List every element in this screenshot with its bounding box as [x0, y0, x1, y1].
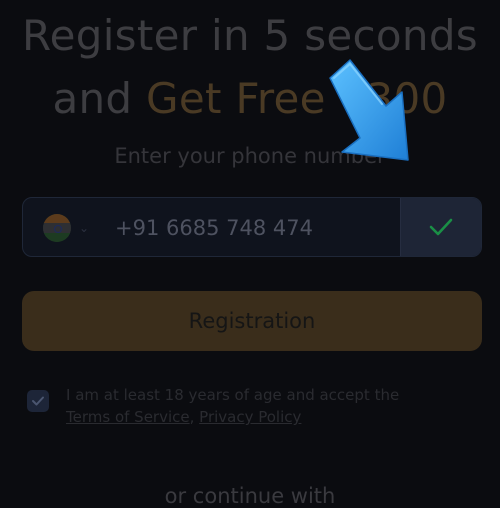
country-selector[interactable]: ⌄ — [43, 212, 103, 244]
terms-of-service-link[interactable]: Terms of Service — [66, 408, 190, 426]
checkmark-icon — [429, 218, 453, 236]
verify-button[interactable] — [400, 198, 481, 256]
arrow-pointer-icon — [329, 59, 409, 161]
checkmark-icon — [32, 396, 44, 406]
privacy-policy-link[interactable]: Privacy Policy — [199, 408, 301, 426]
consent-text: I am at least 18 years of age and accept… — [66, 384, 466, 428]
consent-label: I am at least 18 years of age and accept… — [66, 386, 400, 404]
age-consent-checkbox[interactable] — [27, 390, 49, 412]
link-separator: , — [189, 408, 195, 426]
title-prefix: and — [52, 74, 133, 123]
continue-with-label: or continue with — [164, 484, 336, 508]
phone-number-input[interactable] — [115, 198, 395, 256]
registration-button[interactable]: Registration — [22, 291, 482, 351]
chevron-down-icon: ⌄ — [79, 221, 90, 235]
phone-input-group: ⌄ — [22, 197, 482, 257]
india-flag-icon — [43, 214, 71, 242]
